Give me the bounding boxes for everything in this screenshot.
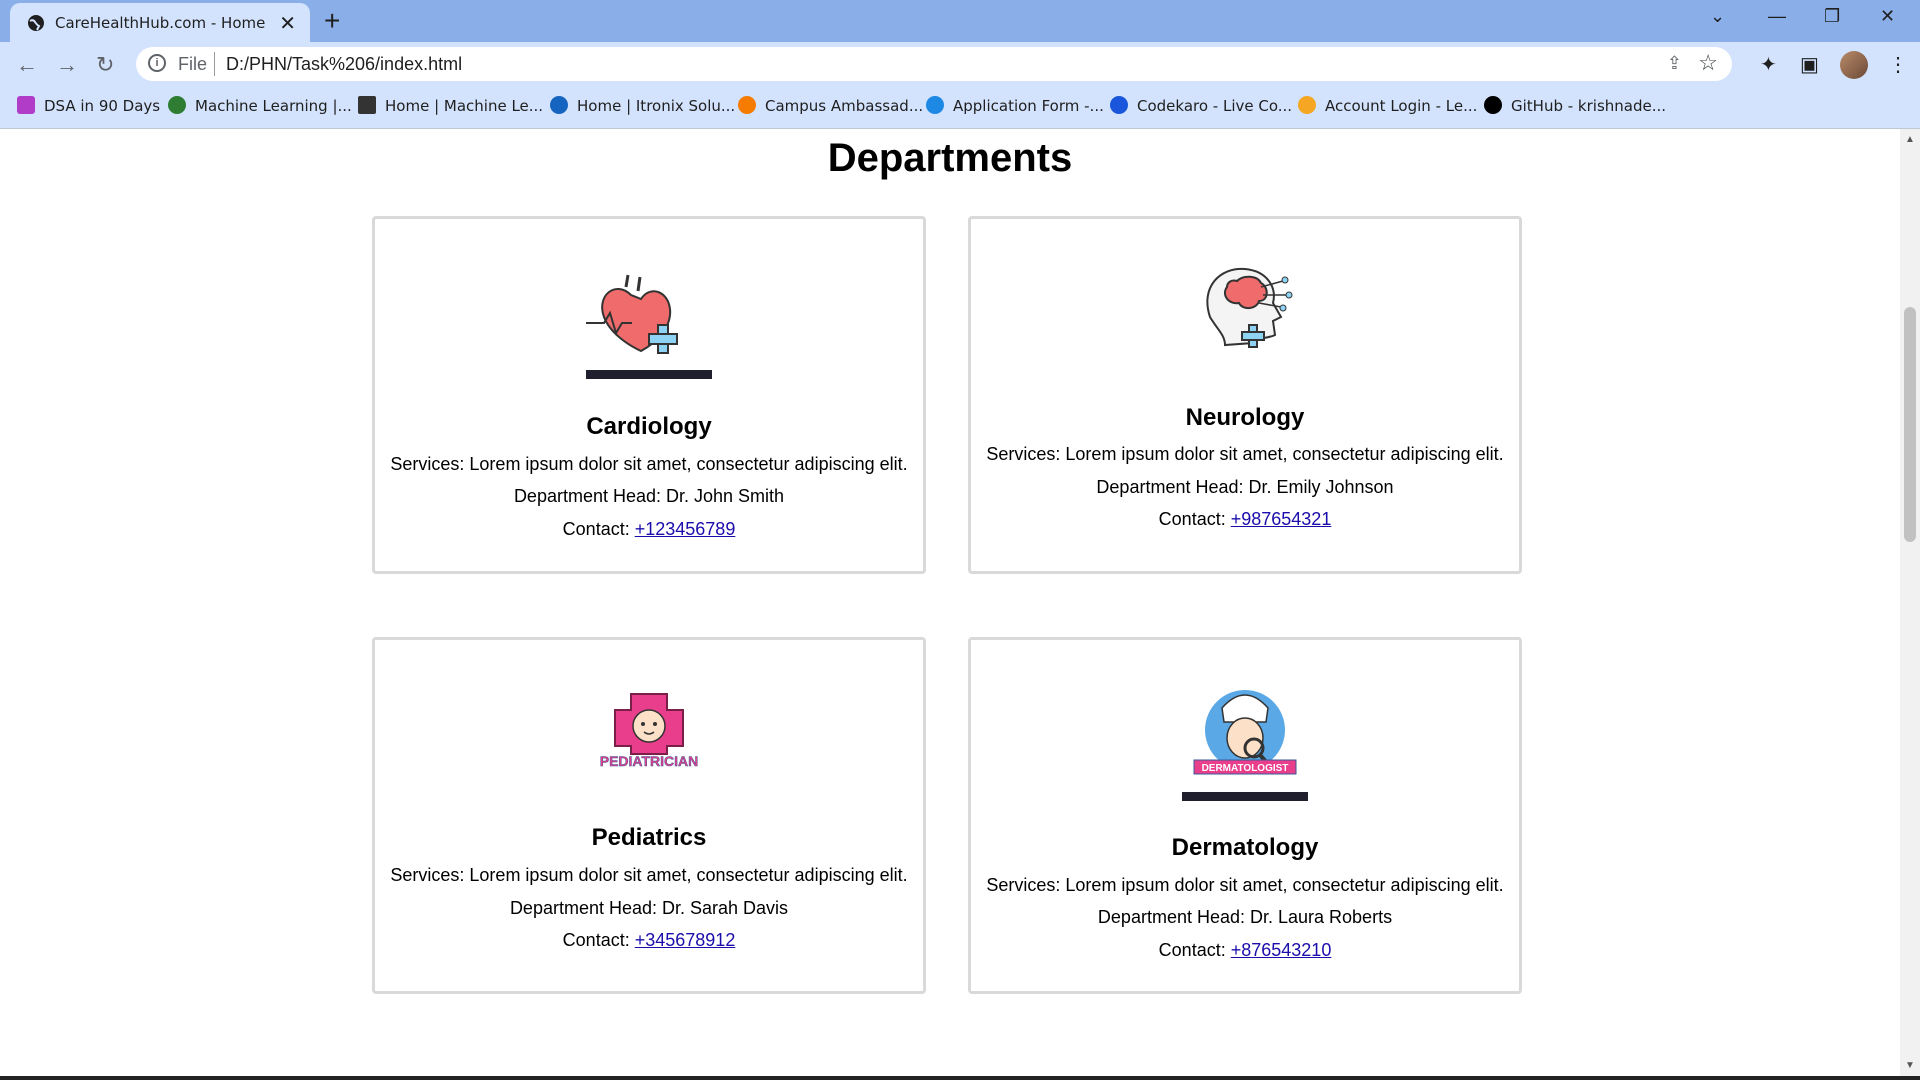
scrollbar-thumb[interactable] [1904, 307, 1916, 542]
scroll-down-icon[interactable]: ▼ [1905, 1060, 1915, 1071]
window-bottom-border [0, 1076, 1920, 1080]
bookmark-favicon-icon [1298, 96, 1316, 114]
url-scheme: File [178, 54, 208, 74]
department-services: Services: Lorem ipsum dolor sit amet, co… [390, 865, 908, 885]
bookmark-favicon-icon [926, 96, 944, 114]
reload-icon[interactable]: ↻ [96, 52, 114, 78]
department-contact: Contact: +345678912 [562, 930, 736, 950]
close-tab-icon[interactable]: ✕ [279, 11, 296, 36]
department-name: Cardiology [586, 413, 712, 440]
department-card-pediatrics: PEDIATRICIAN Pediatrics Services: Lorem … [372, 637, 926, 994]
info-icon[interactable]: i [148, 54, 166, 72]
bookmark-item[interactable]: Application Form -... [926, 96, 1104, 115]
divider [214, 52, 215, 76]
phone-link[interactable]: +123456789 [635, 519, 736, 539]
department-head: Department Head: Dr. Laura Roberts [1097, 907, 1393, 927]
close-window-icon[interactable]: ✕ [1880, 6, 1895, 27]
phone-link[interactable]: +876543210 [1231, 940, 1332, 960]
pediatrician-icon: PEDIATRICIAN [599, 692, 699, 769]
page-viewport [0, 129, 1900, 1076]
toolbar: ← → ↻ i File D:/PHN/Task%206/index.html … [0, 42, 1920, 88]
bookmark-item[interactable]: Machine Learning |... [168, 96, 352, 115]
back-icon[interactable]: ← [16, 52, 38, 78]
bookmark-item[interactable]: GitHub - krishnade... [1484, 96, 1666, 115]
phone-link[interactable]: +345678912 [635, 930, 736, 950]
bookmark-item[interactable]: Codekaro - Live Co... [1110, 96, 1292, 115]
forward-icon[interactable]: → [56, 52, 78, 78]
bookmark-favicon-icon [550, 96, 568, 114]
page-scrollbar[interactable]: ▲ ▼ [1900, 129, 1920, 1076]
bookmark-star-icon[interactable]: ☆ [1698, 50, 1718, 76]
bookmark-item[interactable]: Home | Machine Le... [358, 96, 543, 115]
department-card-dermatology: DERMATOLOGIST Dermatology Services: Lore… [968, 637, 1522, 994]
logo-text: PEDIATRICIAN [600, 753, 699, 768]
bookmark-item[interactable]: Home | Itronix Solu... [550, 96, 735, 115]
bookmark-favicon-icon [168, 96, 186, 114]
browser-tab[interactable]: CareHealthHub.com - Home ✕ [10, 3, 310, 42]
bookmark-item[interactable]: Campus Ambassad... [738, 96, 923, 115]
bookmarks-bar: DSA in 90 Days Machine Learning |... Hom… [0, 88, 1920, 129]
share-icon[interactable]: ⇪ [1667, 53, 1682, 74]
heart-icon [586, 265, 712, 379]
bookmark-item[interactable]: Account Login - Le... [1298, 96, 1477, 115]
department-contact: Contact: +987654321 [1158, 509, 1332, 529]
department-name: Neurology [1185, 404, 1305, 431]
department-head: Department Head: Dr. Sarah Davis [509, 898, 789, 918]
bookmark-favicon-icon [358, 96, 376, 114]
restore-icon[interactable]: ❐ [1824, 6, 1840, 27]
menu-icon[interactable]: ⋮ [1888, 52, 1908, 77]
globe-icon [28, 15, 44, 31]
department-contact: Contact: +876543210 [1158, 940, 1332, 960]
department-name: Dermatology [1171, 834, 1319, 861]
tab-title: CareHealthHub.com - Home [55, 14, 266, 32]
department-services: Services: Lorem ipsum dolor sit amet, co… [390, 454, 908, 474]
department-services: Services: Lorem ipsum dolor sit amet, co… [986, 444, 1504, 464]
minimize-icon[interactable]: — [1768, 6, 1786, 27]
new-tab-icon[interactable]: + [324, 5, 340, 37]
bookmark-favicon-icon [17, 96, 35, 114]
bookmark-favicon-icon [1484, 96, 1502, 114]
bookmark-item[interactable]: DSA in 90 Days [17, 96, 160, 115]
department-card-neurology: Neurology Services: Lorem ipsum dolor si… [968, 216, 1522, 574]
department-name: Pediatrics [591, 824, 707, 851]
logo-text: DERMATOLOGIST [1202, 763, 1289, 774]
scroll-up-icon[interactable]: ▲ [1905, 134, 1915, 145]
department-head: Department Head: Dr. John Smith [513, 486, 785, 506]
department-head: Department Head: Dr. Emily Johnson [1096, 477, 1394, 497]
avatar[interactable] [1840, 51, 1868, 79]
page-title: Departments [827, 136, 1073, 180]
extensions-icon[interactable]: ✦ [1760, 52, 1777, 77]
address-bar[interactable]: i File D:/PHN/Task%206/index.html ⇪ ☆ [136, 47, 1732, 81]
department-card-cardiology: Cardiology Services: Lorem ipsum dolor s… [372, 216, 926, 574]
tab-bar: CareHealthHub.com - Home ✕ + ⌄ — ❐ ✕ [0, 0, 1920, 42]
department-services: Services: Lorem ipsum dolor sit amet, co… [986, 875, 1504, 895]
bookmark-favicon-icon [1110, 96, 1128, 114]
url-text[interactable]: D:/PHN/Task%206/index.html [226, 54, 462, 75]
dermatology-icon: DERMATOLOGIST [1182, 668, 1308, 801]
brain-icon [1185, 247, 1305, 367]
department-contact: Contact: +123456789 [562, 519, 736, 539]
sidepanel-icon[interactable]: ▣ [1800, 52, 1819, 77]
phone-link[interactable]: +987654321 [1231, 509, 1332, 529]
tab-search-icon[interactable]: ⌄ [1710, 6, 1725, 27]
bookmark-favicon-icon [738, 96, 756, 114]
